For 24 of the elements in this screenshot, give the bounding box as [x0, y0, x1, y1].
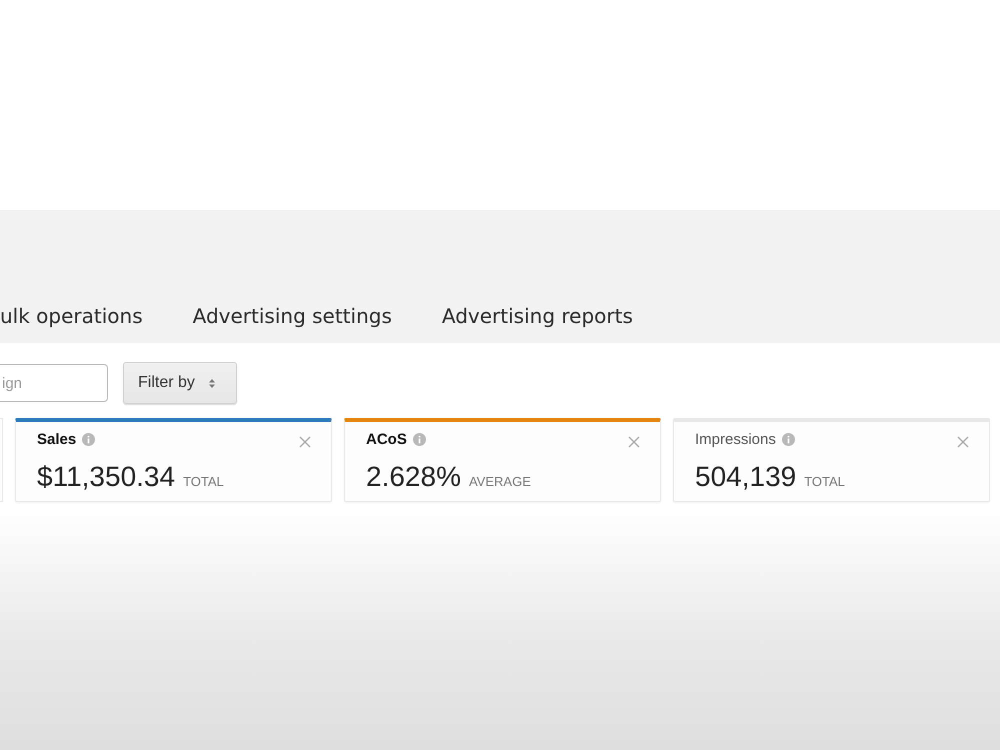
info-icon[interactable] — [412, 432, 426, 446]
aggregate-label: AVERAGE — [468, 474, 531, 489]
close-icon[interactable] — [957, 436, 969, 448]
aggregate-label: TOTAL — [804, 474, 845, 489]
metric-title: Sales — [37, 430, 76, 448]
metric-card[interactable]: ACoS 2.628% AVERAGE — [344, 418, 661, 502]
filter-button[interactable]: Filter by — [123, 362, 237, 404]
info-icon[interactable] — [82, 432, 96, 446]
tab[interactable]: Advertising settings — [192, 304, 392, 333]
metric-title: ACoS — [366, 430, 407, 448]
sort-caret-icon — [208, 378, 215, 388]
info-icon[interactable] — [782, 432, 795, 446]
metric-value: $11,350.34 — [37, 461, 176, 493]
close-icon[interactable] — [628, 436, 640, 448]
close-icon[interactable] — [299, 436, 311, 448]
aggregate-label: TOTAL — [183, 474, 224, 489]
metric-card[interactable]: Sales $11,350.34 TOTAL — [15, 418, 332, 502]
metric-value: 2.628% — [366, 461, 461, 493]
tab[interactable]: Advertising reports — [442, 304, 633, 333]
tab[interactable]: ulk operations — [0, 304, 143, 333]
search-field[interactable]: ign — [0, 364, 108, 402]
metric-title: Impressions — [695, 430, 776, 448]
metric-card[interactable]: Impressions 504,139 TOTAL — [673, 418, 990, 502]
metric-value: 504,139 — [695, 461, 796, 493]
